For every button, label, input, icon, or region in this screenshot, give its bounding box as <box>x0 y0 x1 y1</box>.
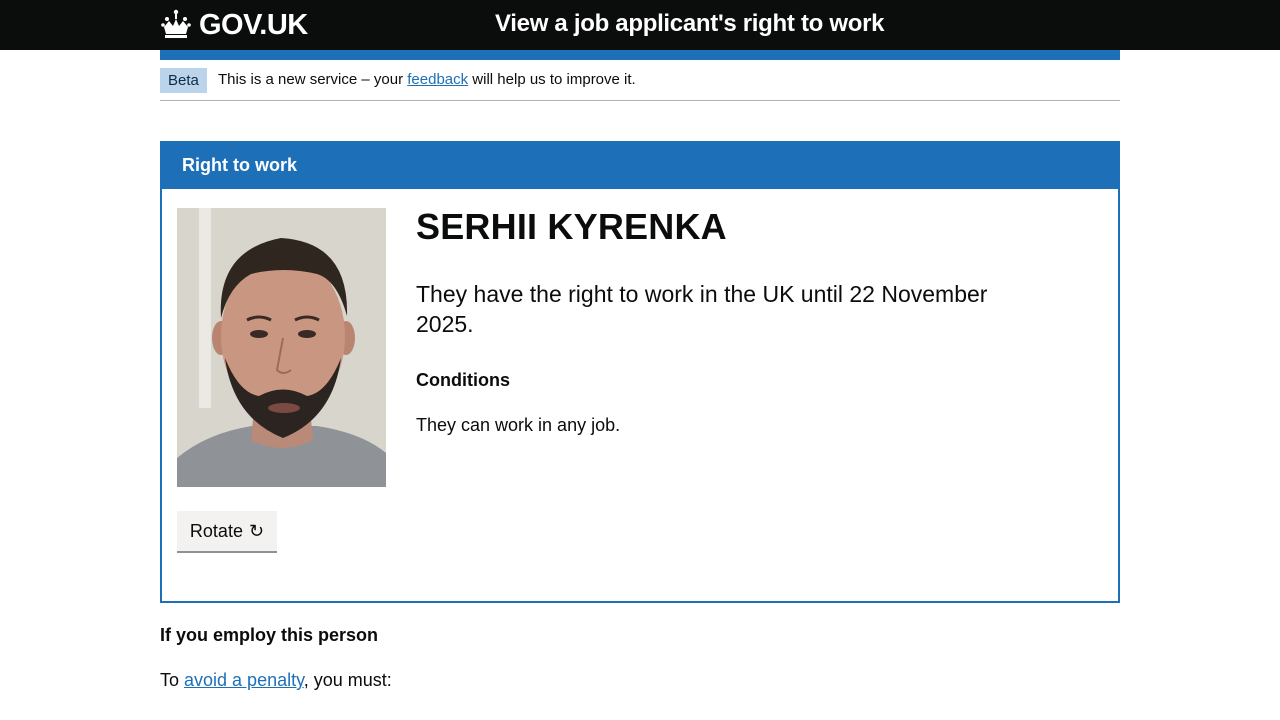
rotate-button[interactable]: Rotate ↻ <box>177 511 277 551</box>
phase-banner-text: This is a new service – your feedback wi… <box>218 70 636 90</box>
employ-heading: If you employ this person <box>160 625 379 645</box>
header-blue-bar <box>160 50 1120 60</box>
phase-text-before: This is a new service – your <box>218 71 408 88</box>
penalty-paragraph: To avoid a penalty, you must: <box>160 670 392 691</box>
panel-header: Right to work <box>162 143 1118 189</box>
penalty-text-after: , you must: <box>303 670 392 690</box>
rotate-icon: ↻ <box>248 520 265 541</box>
conditions-text: They can work in any job. <box>416 415 621 435</box>
right-to-work-panel: Right to work Rotate ↻ SERHII KYRENKA Th… <box>160 141 1120 603</box>
panel-title: Right to work <box>182 155 297 175</box>
right-to-work-statement: They have the right to work in the UK un… <box>416 281 988 337</box>
rotate-label: Rotate <box>189 520 243 541</box>
person-name: SERHII KYRENKA <box>416 206 727 247</box>
feedback-link[interactable]: feedback <box>407 71 468 88</box>
govuk-logo-link[interactable]: GOV.UK <box>160 6 308 44</box>
avoid-penalty-link[interactable]: avoid a penalty <box>184 670 304 690</box>
service-name[interactable]: View a job applicant's right to work <box>495 10 885 38</box>
crown-icon <box>161 9 191 38</box>
site-header: GOV.UK View a job applicant's right to w… <box>0 0 1280 50</box>
logo-text: GOV.UK <box>199 8 308 41</box>
penalty-text-before: To <box>160 670 185 690</box>
applicant-photo <box>177 208 386 487</box>
conditions-heading: Conditions <box>416 370 510 390</box>
beta-tag: Beta <box>160 68 207 93</box>
phase-banner: Beta This is a new service – your feedba… <box>160 60 1120 101</box>
phase-text-after: will help us to improve it. <box>468 71 636 88</box>
